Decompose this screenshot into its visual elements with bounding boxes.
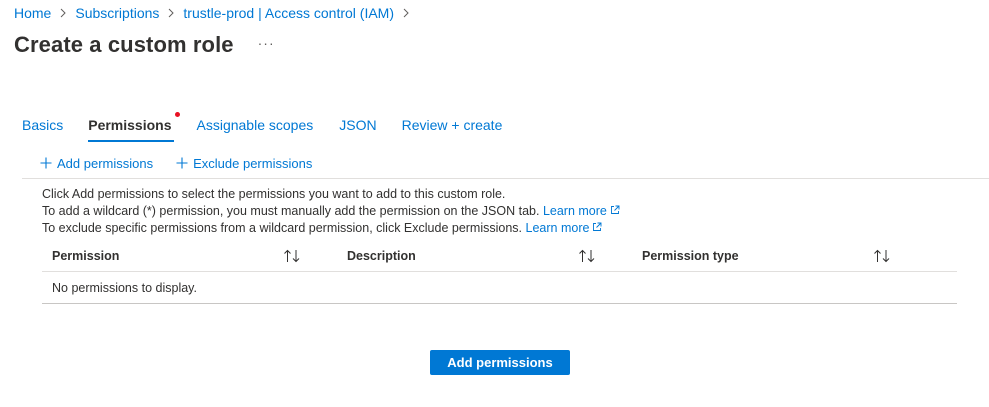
breadcrumb-subscriptions[interactable]: Subscriptions [75, 5, 159, 21]
command-bar: Add permissions Exclude permissions [40, 153, 312, 173]
column-header-label: Description [347, 248, 416, 263]
tab-review-create[interactable]: Review + create [402, 114, 503, 142]
learn-more-link-label: Learn more [542, 204, 607, 218]
divider [22, 178, 989, 179]
info-line-2-text: To add a wildcard (*) permission, you mu… [42, 204, 540, 218]
column-header-label: Permission type [642, 248, 739, 263]
add-permissions-button[interactable]: Add permissions [430, 350, 570, 375]
learn-more-link-exclude[interactable]: Learn more [526, 221, 603, 235]
external-link-icon [610, 205, 620, 214]
breadcrumb: Home Subscriptions trustle-prod | Access… [14, 4, 418, 22]
breadcrumb-iam[interactable]: trustle-prod | Access control (IAM) [183, 5, 394, 21]
exclude-permissions-command[interactable]: Exclude permissions [176, 156, 312, 171]
tab-bar: Basics Permissions Assignable scopes JSO… [22, 112, 503, 142]
info-line-2: To add a wildcard (*) permission, you mu… [42, 203, 620, 220]
tab-permissions[interactable]: Permissions [88, 112, 180, 142]
chevron-right-icon [59, 8, 67, 18]
plus-icon [40, 157, 52, 169]
add-permissions-command-label: Add permissions [57, 155, 154, 171]
learn-more-link-json[interactable]: Learn more [543, 204, 620, 218]
more-options-button[interactable]: ··· [258, 35, 275, 51]
column-header-description[interactable]: Description [337, 240, 632, 272]
add-permissions-command[interactable]: Add permissions [40, 156, 153, 171]
page-header: Create a custom role ··· [14, 32, 275, 58]
permissions-table: Permission Description Permission type N… [42, 240, 957, 304]
sort-icon[interactable] [283, 249, 301, 263]
page-title: Create a custom role [14, 32, 234, 57]
exclude-permissions-command-label: Exclude permissions [193, 155, 313, 171]
info-line-3-text: To exclude specific permissions from a w… [42, 221, 523, 235]
column-header-permission[interactable]: Permission [42, 240, 337, 272]
column-header-label: Permission [52, 248, 120, 263]
info-line-1: Click Add permissions to select the perm… [42, 187, 506, 201]
tab-json[interactable]: JSON [339, 114, 376, 142]
breadcrumb-home[interactable]: Home [14, 5, 51, 21]
info-line-3: To exclude specific permissions from a w… [42, 220, 620, 237]
external-link-icon [593, 222, 602, 231]
chevron-right-icon [167, 8, 175, 18]
info-text: Click Add permissions to select the perm… [42, 186, 620, 237]
validation-indicator-icon [174, 112, 180, 117]
tab-basics[interactable]: Basics [22, 114, 63, 142]
sort-icon[interactable] [578, 249, 596, 263]
column-header-permission-type[interactable]: Permission type [632, 240, 927, 272]
tab-permissions-label: Permissions [88, 117, 172, 133]
chevron-right-icon [402, 8, 410, 18]
table-header: Permission Description Permission type [42, 240, 957, 272]
sort-icon[interactable] [873, 249, 891, 263]
plus-icon [176, 157, 188, 169]
learn-more-link-label: Learn more [525, 221, 590, 235]
tab-assignable-scopes[interactable]: Assignable scopes [197, 114, 314, 142]
empty-state-row: No permissions to display. [42, 272, 957, 304]
